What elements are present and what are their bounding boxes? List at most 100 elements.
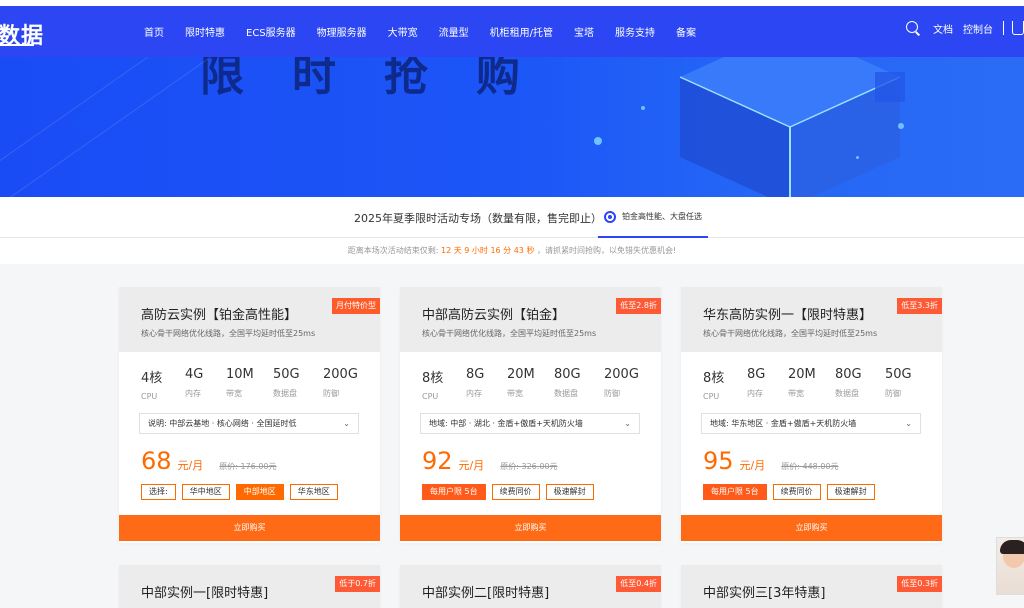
product-card: 中部高防云实例【铂金】 核心骨干网络优化线路，全国平均延时低至25ms 低至2.… [400,287,661,543]
spec-bandwidth: 20M 带宽 [507,367,535,398]
buy-now-button[interactable]: 立即购买 [119,515,380,541]
card-title: 高防云实例【铂金高性能】 [141,308,298,323]
spec-bandwidth: 20M 带宽 [788,367,816,398]
countdown-time: 12 天 9 小时 16 分 43 秒 [441,246,535,255]
spec-list: 8核 CPU 8G 内存 20M 带宽 80G 数据盘 50G 防御 [703,367,912,401]
buy-now-button[interactable]: 立即购买 [681,515,942,541]
price-value: 68 [141,447,172,475]
product-card: 中部实例二[限时特惠] 低至0.4折 [400,565,661,608]
nav-link-ecs[interactable]: ECS服务器 [246,24,296,39]
discount-badge: 低至3.3折 [897,298,942,314]
discount-badge: 低至0.3折 [897,576,942,592]
spec-defense: 200G 防御 [323,367,358,398]
price-row: 95 元/月 原价: 448.00元 [703,447,839,475]
nav-link-icp[interactable]: 备案 [676,24,696,39]
cart-icon[interactable] [1012,21,1024,35]
spec-list: 8核 CPU 8G 内存 20M 带宽 80G 数据盘 200G 防御 [422,367,639,401]
banner-title: 限时抢购 [200,57,568,101]
product-card: 中部实例三[3年特惠] 低至0.3折 [681,565,942,608]
banner-dot [898,123,904,129]
card-title: 中部高防云实例【铂金】 [422,308,566,323]
product-card: 中部实例一[限时特惠] 低于0.7折 [119,565,380,608]
card-header: 中部实例一[限时特惠] 低于0.7折 [119,565,380,608]
nav-link-support[interactable]: 服务支持 [615,24,655,39]
spec-list: 4核 CPU 4G 内存 10M 带宽 50G 数据盘 200G 防御 [141,367,358,401]
limit-tag: 每用户限 5台 [422,484,486,500]
chevron-down-icon: ⌄ [624,419,631,428]
spec-memory: 8G 内存 [466,367,485,398]
spec-cpu: 4核 CPU [141,371,163,401]
support-avatar[interactable] [996,537,1024,595]
card-title: 中部实例三[3年特惠] [703,586,826,601]
search-icon[interactable] [905,20,921,36]
docs-link[interactable]: 文档 [933,21,953,36]
price-value: 92 [422,447,453,475]
renewal-tag: 续费同价 [772,484,821,500]
target-icon [604,210,616,223]
option-central-region[interactable]: 中部地区 [235,484,284,500]
card-title: 中部实例一[限时特惠] [141,586,269,601]
spec-disk: 80G 数据盘 [835,367,862,398]
feature-tags: 每用户限 5台 续费同价 极速解封 [422,484,594,500]
spec-defense: 50G 防御 [885,367,912,398]
activity-tabs: 2025年夏季限时活动专场（数量有限，售完即止） 铂金高性能、大盘任选 [0,197,1024,238]
option-label: 选择: [141,484,176,500]
nav-right: 文档 控制台 [905,20,1024,36]
spec-memory: 8G 内存 [747,367,766,398]
card-title: 中部实例二[限时特惠] [422,586,550,601]
price-unit: 元/月 [177,459,204,472]
card-subtitle: 核心骨干网络优化线路，全国平均延时低至25ms [422,329,597,338]
product-card: 华东高防实例一【限时特惠】 核心骨干网络优化线路，全国平均延时低至25ms 低至… [681,287,942,543]
unban-tag: 极速解封 [826,484,875,500]
region-select[interactable]: 说明: 中部云基地 · 核心网络 · 全国延时低 ⌄ [139,413,359,434]
nav-link-physical[interactable]: 物理服务器 [317,24,367,39]
spec-cpu: 8核 CPU [422,371,444,401]
chevron-down-icon: ⌄ [343,419,350,428]
original-price: 原价: 176.00元 [219,462,277,471]
nav-link-bandwidth[interactable]: 大带宽 [388,24,418,39]
nav-link-flash-sale[interactable]: 限时特惠 [185,24,225,39]
nav-link-home[interactable]: 首页 [144,24,164,39]
spec-disk: 80G 数据盘 [554,367,581,398]
price-row: 68 元/月 原价: 176.00元 [141,447,277,475]
nav-link-colocation[interactable]: 机柜租用/托管 [490,24,553,39]
card-title: 华东高防实例一【限时特惠】 [703,308,873,323]
option-east-china[interactable]: 华东地区 [289,484,338,500]
banner-dot [856,156,859,159]
original-price: 原价: 448.00元 [781,462,839,471]
spec-disk: 50G 数据盘 [273,367,300,398]
price-unit: 元/月 [739,459,766,472]
top-strip [0,0,1024,6]
card-header: 华东高防实例一【限时特惠】 核心骨干网络优化线路，全国平均延时低至25ms 低至… [681,287,942,352]
tab-summer-sale[interactable]: 2025年夏季限时活动专场（数量有限，售完即止） [354,210,602,226]
limit-tag: 每用户限 5台 [703,484,767,500]
renewal-tag: 续费同价 [491,484,540,500]
region-options: 选择: 华中地区 中部地区 华东地区 [141,484,338,500]
logo-underline [0,44,34,46]
discount-badge: 低于0.7折 [335,576,380,592]
price-unit: 元/月 [458,459,485,472]
option-central-china[interactable]: 华中地区 [181,484,230,500]
spec-defense: 200G 防御 [604,367,639,398]
countdown-prefix: 距离本场次活动结束仅剩: [347,246,439,255]
tab-platinum[interactable]: 铂金高性能、大盘任选 [598,197,708,238]
nav-link-baota[interactable]: 宝塔 [574,24,594,39]
discount-badge: 低至0.4折 [616,576,661,592]
console-link[interactable]: 控制台 [963,21,993,36]
tab-platinum-label: 铂金高性能、大盘任选 [622,212,702,221]
promo-banner: 限时抢购 [0,57,1024,197]
card-subtitle: 核心骨干网络优化线路，全国平均延时低至25ms [703,329,878,338]
region-select[interactable]: 地域: 中部 · 湖北 · 金盾+傲盾+天机防火墙 ⌄ [420,413,640,434]
banner-dot [594,137,602,145]
original-price: 原价: 326.00元 [500,462,558,471]
countdown-suffix: ，请抓紧时间抢购，以免错失优惠机会! [537,246,677,255]
price-row: 92 元/月 原价: 326.00元 [422,447,558,475]
card-header: 高防云实例【铂金高性能】 核心骨干网络优化线路，全国平均延时低至25ms 月付特… [119,287,380,352]
buy-now-button[interactable]: 立即购买 [400,515,661,541]
nav-link-traffic[interactable]: 流量型 [439,24,469,39]
nav-divider [1003,21,1004,35]
card-header: 中部实例三[3年特惠] 低至0.3折 [681,565,942,608]
product-card: 高防云实例【铂金高性能】 核心骨干网络优化线路，全国平均延时低至25ms 月付特… [119,287,380,543]
region-select[interactable]: 地域: 华东地区 · 金盾+傲盾+天机防火墙 ⌄ [701,413,921,434]
price-value: 95 [703,447,734,475]
